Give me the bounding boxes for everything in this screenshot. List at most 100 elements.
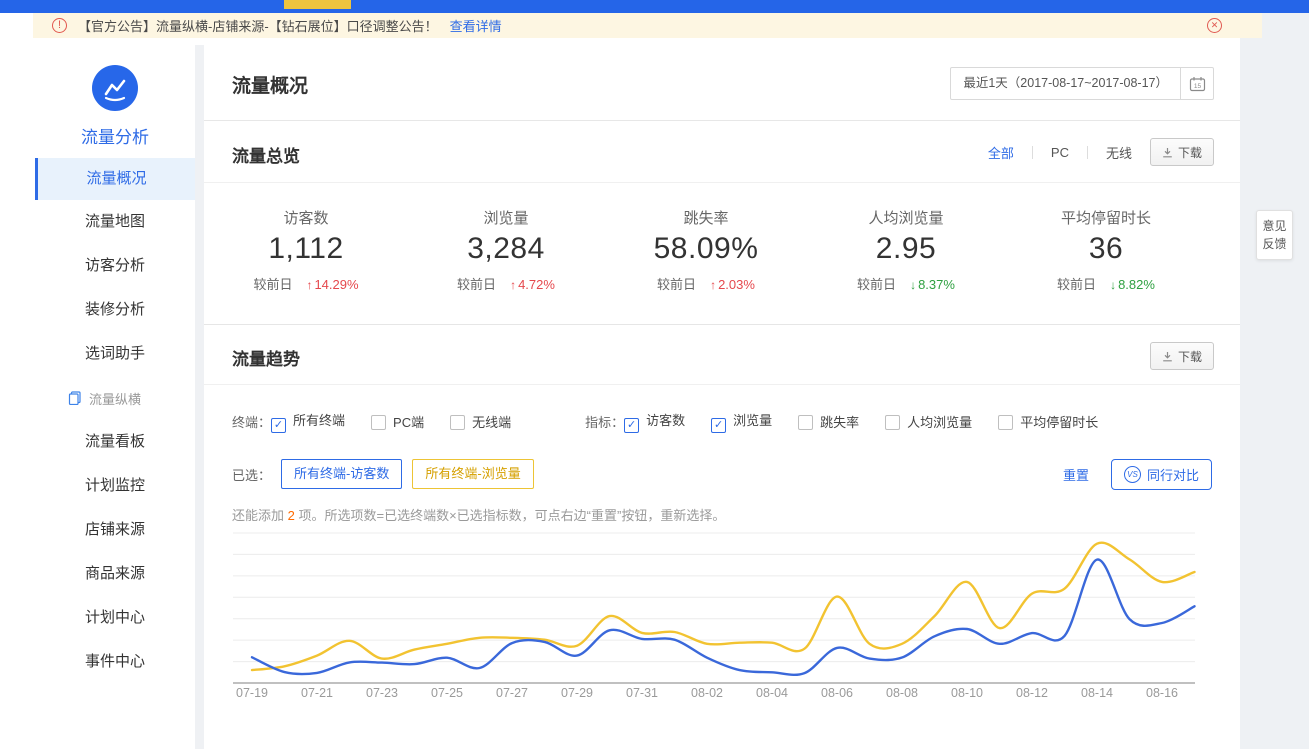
reset-link[interactable]: 重置 — [1063, 465, 1089, 484]
sidebar-item-traffic-board[interactable]: 流量看板 — [35, 420, 195, 464]
announcement-bar: ! 【官方公告】流量纵横-店铺来源-【钻石展位】口径调整公告！ 查看详情 ✕ — [33, 13, 1262, 38]
checkbox-icon[interactable] — [450, 415, 465, 430]
compare-label: 较前日 — [657, 277, 696, 292]
checkbox-pc-terminal[interactable]: PC端 — [371, 412, 424, 431]
trend-arrow-icon: ↑ — [710, 278, 716, 292]
sidebar-item-traffic-map[interactable]: 流量地图 — [35, 200, 195, 244]
checkbox-icon[interactable]: ✓ — [711, 418, 726, 433]
change-percent: 4.72% — [518, 277, 555, 292]
metric-label: 访客数 — [206, 207, 406, 228]
x-tick: 08-10 — [951, 686, 983, 700]
selected-label: 已选： — [232, 465, 271, 484]
compare-label: 较前日 — [253, 277, 292, 292]
metric-value: 58.09% — [606, 232, 806, 266]
trend-arrow-icon: ↑ — [306, 278, 312, 292]
announcement-text: 【官方公告】流量纵横-店铺来源-【钻石展位】口径调整公告！ — [78, 16, 438, 35]
sidebar-item-decoration-analysis[interactable]: 装修分析 — [35, 288, 195, 332]
x-tick: 07-21 — [301, 686, 333, 700]
filter-wireless[interactable]: 无线 — [1104, 143, 1134, 162]
x-tick: 08-16 — [1146, 686, 1178, 700]
feedback-line1: 意见 — [1257, 217, 1292, 235]
metric-pageviews: 浏览量 3,284 较前日↑4.72% — [406, 207, 606, 293]
x-axis-labels: 07-19 07-21 07-23 07-25 07-27 07-29 07-3… — [233, 686, 1230, 704]
peer-compare-button[interactable]: VS 同行对比 — [1111, 459, 1212, 490]
x-tick: 07-25 — [431, 686, 463, 700]
compare-label: 较前日 — [857, 277, 896, 292]
filter-separator — [1087, 146, 1088, 159]
active-tab-indicator — [284, 0, 351, 9]
trend-controls: 终端： ✓所有终端 PC端 无线端 指标： ✓访客数 ✓浏览量 跳失率 人均浏览… — [232, 410, 1212, 433]
checkbox-icon[interactable]: ✓ — [624, 418, 639, 433]
date-range-text: 最近1天（2017-08-17~2017-08-17） — [951, 68, 1180, 99]
selection-note: 还能添加 2 项。所选项数=已选终端数×已选指标数，可点右边“重置”按钮，重新选… — [232, 505, 725, 524]
checkbox-icon[interactable] — [798, 415, 813, 430]
checkbox-icon[interactable] — [371, 415, 386, 430]
checkbox-pageviews[interactable]: ✓浏览量 — [711, 410, 772, 433]
sidebar-item-plan-center[interactable]: 计划中心 — [35, 596, 195, 640]
sidebar-group-label: 流量纵横 — [89, 389, 141, 408]
checkbox-visitors[interactable]: ✓访客数 — [624, 410, 685, 433]
sidebar-item-shop-source[interactable]: 店铺来源 — [35, 508, 195, 552]
checkbox-bounce-rate[interactable]: 跳失率 — [798, 412, 859, 431]
filter-separator — [1032, 146, 1033, 159]
checkbox-wireless-terminal[interactable]: 无线端 — [450, 412, 511, 431]
page-title: 流量概况 — [232, 71, 308, 98]
sidebar-item-event-center[interactable]: 事件中心 — [35, 640, 195, 684]
x-tick: 07-23 — [366, 686, 398, 700]
checkbox-all-terminals[interactable]: ✓所有终端 — [271, 410, 345, 433]
x-tick: 08-12 — [1016, 686, 1048, 700]
page-header: 流量概况 最近1天（2017-08-17~2017-08-17） 15 — [204, 45, 1240, 121]
x-tick: 08-02 — [691, 686, 723, 700]
announcement-detail-link[interactable]: 查看详情 — [450, 16, 502, 35]
download-icon — [1162, 147, 1173, 158]
vs-icon: VS — [1124, 466, 1141, 483]
trend-download-button[interactable]: 下载 — [1150, 342, 1214, 370]
checkbox-icon[interactable] — [885, 415, 900, 430]
checkbox-icon[interactable] — [998, 415, 1013, 430]
download-icon — [1162, 351, 1173, 362]
metric-label: 浏览量 — [406, 207, 606, 228]
trend-chart — [233, 528, 1230, 688]
date-range-picker[interactable]: 最近1天（2017-08-17~2017-08-17） 15 — [950, 67, 1214, 100]
documents-icon — [68, 391, 82, 405]
x-tick: 07-27 — [496, 686, 528, 700]
trend-chart-canvas — [233, 528, 1230, 688]
traffic-summary-section: 流量总览 全部 PC 无线 下载 访客数 1,112 较前日↑14.29% 浏览… — [204, 121, 1240, 325]
sidebar-nav: 流量概况 流量地图 访客分析 装修分析 选词助手 流量纵横 流量看板 计划监控 … — [35, 158, 195, 684]
feedback-button[interactable]: 意见 反馈 — [1256, 210, 1293, 260]
filter-all[interactable]: 全部 — [986, 143, 1016, 162]
compare-label: 较前日 — [457, 277, 496, 292]
x-tick: 08-04 — [756, 686, 788, 700]
metric-label: 平均停留时长 — [1006, 207, 1206, 228]
x-tick: 07-31 — [626, 686, 658, 700]
selected-row: 已选： 所有终端-访客数 所有终端-浏览量 重置 VS 同行对比 — [232, 458, 1212, 490]
sidebar-item-visitor-analysis[interactable]: 访客分析 — [35, 244, 195, 288]
metric-value: 2.95 — [806, 232, 1006, 266]
sidebar-item-plan-monitor[interactable]: 计划监控 — [35, 464, 195, 508]
checkbox-icon[interactable]: ✓ — [271, 418, 286, 433]
metric-views-per-visitor: 人均浏览量 2.95 较前日↓8.37% — [806, 207, 1006, 293]
x-tick: 07-29 — [561, 686, 593, 700]
filter-pc[interactable]: PC — [1049, 145, 1071, 160]
metric-value: 1,112 — [206, 232, 406, 266]
checkbox-views-per-visitor[interactable]: 人均浏览量 — [885, 412, 972, 431]
sidebar-item-keyword-helper[interactable]: 选词助手 — [35, 332, 195, 376]
feedback-line2: 反馈 — [1257, 235, 1292, 253]
trend-arrow-icon: ↑ — [510, 278, 516, 292]
page-right-gutter — [1240, 13, 1309, 749]
metric-label: 跳失率 — [606, 207, 806, 228]
x-tick: 08-14 — [1081, 686, 1113, 700]
selected-tag-pageviews[interactable]: 所有终端-浏览量 — [412, 459, 533, 489]
close-icon[interactable]: ✕ — [1207, 18, 1222, 33]
sidebar-item-product-source[interactable]: 商品来源 — [35, 552, 195, 596]
trend-section-header: 流量趋势 下载 — [204, 325, 1240, 385]
metric-bounce-rate: 跳失率 58.09% 较前日↑2.03% — [606, 207, 806, 293]
selected-tag-visitors[interactable]: 所有终端-访客数 — [281, 459, 402, 489]
sidebar: 流量分析 流量概况 流量地图 访客分析 装修分析 选词助手 流量纵横 流量看板 … — [35, 45, 195, 749]
calendar-icon: 15 — [1180, 68, 1213, 99]
checkbox-avg-stay-time[interactable]: 平均停留时长 — [998, 412, 1098, 431]
x-tick: 07-19 — [236, 686, 268, 700]
summary-controls: 全部 PC 无线 下载 — [986, 121, 1214, 183]
summary-download-button[interactable]: 下载 — [1150, 138, 1214, 166]
sidebar-item-traffic-overview[interactable]: 流量概况 — [35, 158, 195, 200]
